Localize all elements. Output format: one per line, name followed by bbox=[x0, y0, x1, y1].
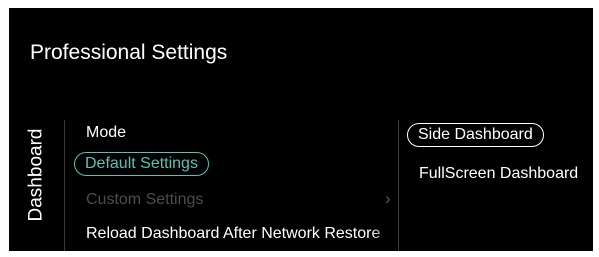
page-title: Professional Settings bbox=[30, 41, 228, 64]
tab-dashboard[interactable]: Dashboard bbox=[22, 119, 50, 231]
option-side-dashboard[interactable]: Side Dashboard bbox=[407, 123, 544, 147]
divider-left bbox=[64, 120, 65, 251]
option-fullscreen-dashboard-label: FullScreen Dashboard bbox=[419, 165, 579, 182]
menu-item-reload-dashboard[interactable]: Reload Dashboard After Network Restore bbox=[86, 222, 397, 246]
menu-item-default-settings-label: Default Settings bbox=[85, 155, 198, 172]
menu-item-default-settings[interactable]: Default Settings bbox=[74, 152, 209, 176]
menu-item-custom-settings[interactable]: Custom Settings bbox=[86, 188, 203, 212]
menu-item-reload-dashboard-label: Reload Dashboard After Network Restore bbox=[86, 225, 381, 242]
menu-item-mode-label: Mode bbox=[86, 124, 127, 141]
text-fade bbox=[371, 222, 397, 246]
option-side-dashboard-label: Side Dashboard bbox=[418, 126, 533, 143]
chevron-right-icon: › bbox=[385, 189, 391, 208]
tab-dashboard-label: Dashboard bbox=[25, 128, 47, 222]
divider-right bbox=[398, 120, 399, 251]
option-fullscreen-dashboard[interactable]: FullScreen Dashboard bbox=[419, 162, 578, 186]
menu-item-custom-settings-label: Custom Settings bbox=[86, 191, 204, 208]
settings-screen: Professional Settings Dashboard Mode Def… bbox=[9, 8, 593, 251]
menu-item-mode[interactable]: Mode bbox=[86, 121, 126, 145]
